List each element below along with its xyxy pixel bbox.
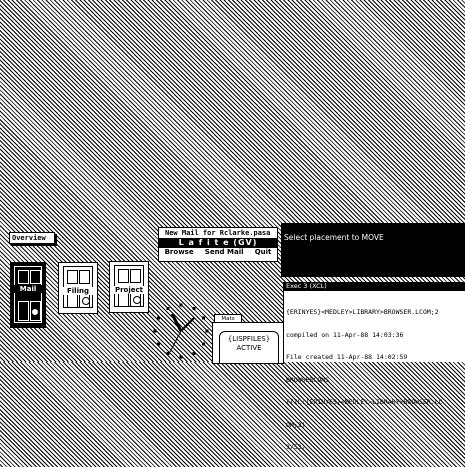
exec-line: ({IL:{ERINYES}<MEDLEY>LIBRARY>BROWSER.LC [286,398,443,406]
prompt-window: Select placement to MOVE [281,223,465,277]
filing-door-icon[interactable]: Filing [58,262,98,314]
mail-door-icon[interactable]: Mail [10,262,46,328]
filing-door-label: Filing [59,287,97,295]
clock-tick [192,306,196,310]
exec-line: 3/53) [286,443,306,451]
exec-line: {ERINYES}<MEDLEY>LIBRARY>BROWSER.LCOM;2 [286,308,439,316]
quit-button[interactable]: Quit [255,248,272,257]
clock-tick [166,352,170,356]
prompt-text: Select placement to MOVE [284,233,384,242]
clock-tick [205,329,209,333]
door-knob [31,308,39,316]
mail-door-label: Mail [11,285,45,293]
clock-second-hand [169,330,182,353]
door-knob [82,297,90,305]
project-door-label: Project [110,286,148,294]
exec-line: OM;2) [286,420,306,429]
lispfiles-folder-icon[interactable]: {LISPFILES} ACTIVE [212,322,284,364]
clock-tick [202,316,206,320]
exec-window[interactable]: Exec 3 (XCL) {ERINYES}<MEDLEY>LIBRARY>BR… [283,282,465,451]
project-door-icon[interactable]: Project [109,261,149,313]
send-mail-button[interactable]: Send Mail [205,248,244,257]
overview-tab[interactable]: Overview [9,232,55,244]
lafite-title: New Mail for Rclarke.pasa [165,229,271,237]
lafite-mail-window[interactable]: New Mail for Rclarke.pasa L a f i t e (G… [158,227,278,262]
clock-tick [192,352,196,356]
clock-tick [166,306,170,310]
clock-minute-hand [180,317,195,332]
lafite-banner: L a f i t e (GV) [159,238,277,248]
exec-output[interactable]: {ERINYES}<MEDLEY>LIBRARY>BROWSER.LCOM;2 … [284,291,465,467]
clock-tick [156,316,160,320]
clock-tick [156,342,160,346]
analog-clock-icon [153,303,209,359]
clock-tick [202,342,206,346]
clock-tick [153,329,157,333]
exec-title: Exec 3 (XCL) [284,282,465,291]
clock-tick [179,355,183,359]
door-frame [14,266,42,323]
door-knob [133,296,141,304]
folder-line2: ACTIVE [236,344,262,352]
clock-tick [179,303,183,307]
clock-hour-hand [170,313,183,332]
overview-label: Overview [12,234,46,242]
lafite-menu: Browse Send Mail Quit [159,248,277,257]
folder-line1: {LISPFILES} [227,335,271,343]
browse-button[interactable]: Browse [165,248,194,257]
folder-inner: {LISPFILES} ACTIVE [219,331,279,364]
exec-line: BROWSERCOMS [286,375,330,384]
exec-line: compiled on 11-Apr-88 14:03:36 [286,330,404,339]
exec-line: File created 11-Apr-88 14:02:59 [286,353,408,361]
